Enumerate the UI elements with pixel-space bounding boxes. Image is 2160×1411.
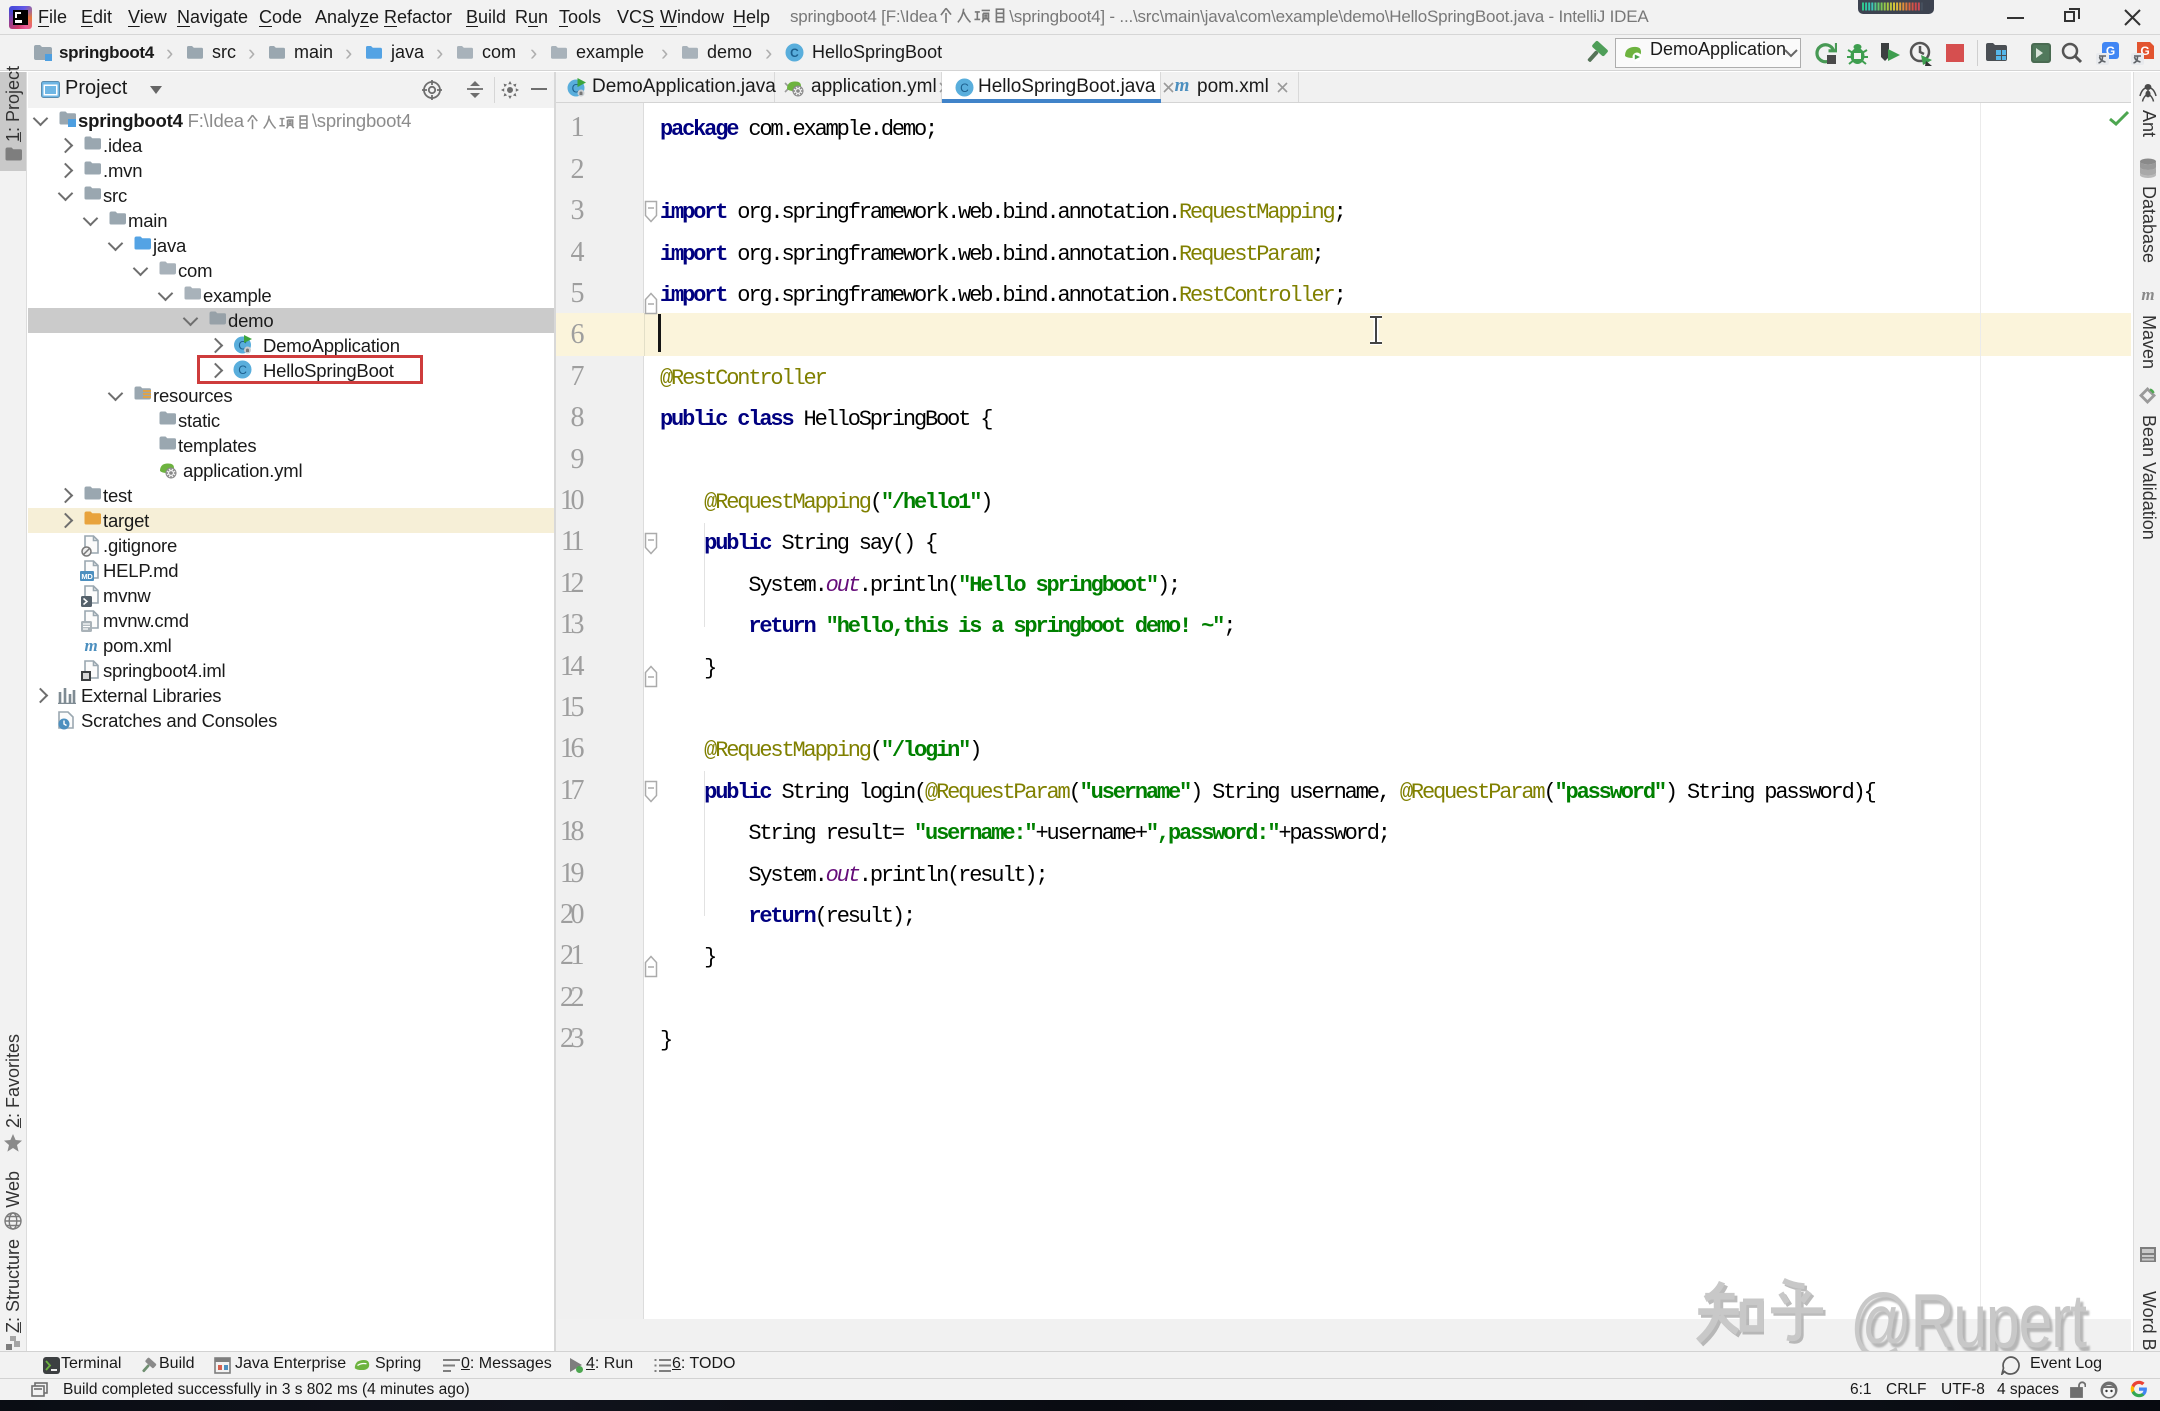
svg-text:C: C bbox=[790, 46, 799, 60]
svg-text:C: C bbox=[960, 81, 969, 95]
svg-text:MD: MD bbox=[81, 572, 93, 581]
svg-text:m: m bbox=[1175, 75, 1190, 95]
svg-text:m: m bbox=[84, 637, 97, 654]
svg-text:m: m bbox=[2141, 286, 2154, 303]
